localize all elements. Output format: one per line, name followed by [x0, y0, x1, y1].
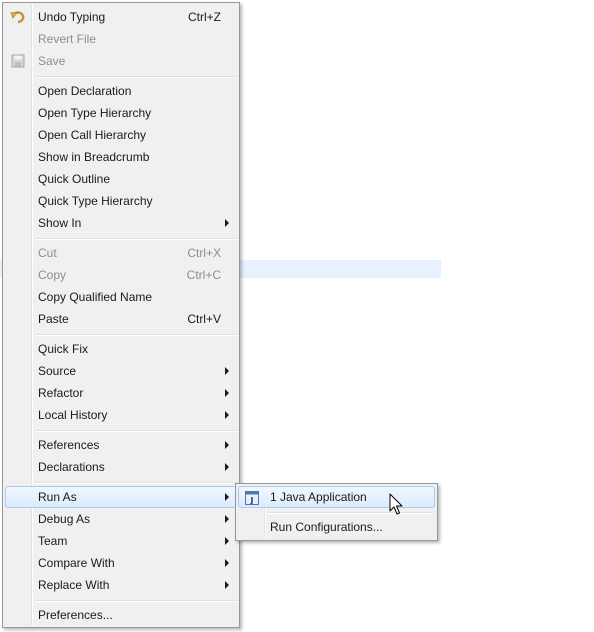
menu-separator [35, 600, 238, 602]
submenu-item-label: Run Configurations... [270, 520, 383, 534]
menu-separator [35, 334, 238, 336]
submenu-arrow-icon [225, 389, 229, 397]
menu-item-label: Declarations [38, 460, 105, 474]
menu-item-label: Show In [38, 216, 82, 230]
menu-item-local-history[interactable]: Local History [5, 404, 237, 426]
menu-item-label: References [38, 438, 100, 452]
menu-item-label: Save [38, 54, 66, 68]
menu-item-run-as[interactable]: Run As [5, 486, 237, 508]
menu-item-label: Show in Breadcrumb [38, 150, 150, 164]
menu-item-label: Cut [38, 246, 57, 260]
menu-item-open-type-hierarchy[interactable]: Open Type Hierarchy [5, 102, 237, 124]
menu-item-label: Open Call Hierarchy [38, 128, 147, 142]
submenu-arrow-icon [225, 515, 229, 523]
menu-item-preferences[interactable]: Preferences... [5, 604, 237, 626]
menu-item-replace-with[interactable]: Replace With [5, 574, 237, 596]
submenu-arrow-icon [225, 559, 229, 567]
menu-item-show-in[interactable]: Show In [5, 212, 237, 234]
submenu-arrow-icon [225, 581, 229, 589]
submenu-item-java-application[interactable]: J 1 Java Application [238, 486, 435, 508]
submenu-arrow-icon [225, 493, 229, 501]
svg-text:J: J [250, 496, 254, 505]
mouse-pointer-icon [389, 493, 405, 517]
menu-item-label: Open Declaration [38, 84, 132, 98]
submenu-item-label: 1 Java Application [270, 490, 367, 504]
menu-item-shortcut: Ctrl+X [187, 246, 221, 260]
menu-separator [35, 76, 238, 78]
java-application-icon: J [244, 490, 260, 506]
menu-item-open-call-hierarchy[interactable]: Open Call Hierarchy [5, 124, 237, 146]
menu-item-label: Undo Typing [38, 10, 106, 24]
undo-icon [10, 9, 26, 25]
menu-item-label: Local History [38, 408, 108, 422]
menu-item-label: Run As [38, 490, 77, 504]
menu-separator [35, 482, 238, 484]
menu-item-label: Team [38, 534, 68, 548]
menu-item-references[interactable]: References [5, 434, 237, 456]
menu-item-refactor[interactable]: Refactor [5, 382, 237, 404]
menu-item-label: Compare With [38, 556, 115, 570]
submenu-arrow-icon [225, 463, 229, 471]
menu-item-revert-file[interactable]: Revert File [5, 28, 237, 50]
menu-item-quick-type-hierarchy[interactable]: Quick Type Hierarchy [5, 190, 237, 212]
run-as-submenu: J 1 Java Application Run Configurations.… [235, 483, 438, 541]
menu-separator [35, 238, 238, 240]
menu-item-label: Source [38, 364, 77, 378]
menu-item-save[interactable]: Save [5, 50, 237, 72]
menu-item-copy[interactable]: Copy Ctrl+C [5, 264, 237, 286]
menu-item-cut[interactable]: Cut Ctrl+X [5, 242, 237, 264]
menu-item-label: Copy Qualified Name [38, 290, 153, 304]
context-menu: Undo Typing Ctrl+Z Revert File Save Open… [2, 2, 240, 628]
menu-item-label: Debug As [38, 512, 91, 526]
menu-item-shortcut: Ctrl+C [186, 268, 221, 282]
menu-separator [35, 430, 238, 432]
menu-item-debug-as[interactable]: Debug As [5, 508, 237, 530]
menu-item-label: Preferences... [38, 608, 113, 622]
menu-item-quick-fix[interactable]: Quick Fix [5, 338, 237, 360]
menu-item-label: Copy [38, 268, 67, 282]
menu-item-label: Replace With [38, 578, 110, 592]
menu-item-copy-qualified-name[interactable]: Copy Qualified Name [5, 286, 237, 308]
menu-item-label: Paste [38, 312, 69, 326]
submenu-arrow-icon [225, 411, 229, 419]
menu-item-label: Open Type Hierarchy [38, 106, 152, 120]
menu-item-open-declaration[interactable]: Open Declaration [5, 80, 237, 102]
menu-item-compare-with[interactable]: Compare With [5, 552, 237, 574]
menu-item-undo-typing[interactable]: Undo Typing Ctrl+Z [5, 6, 237, 28]
menu-item-label: Revert File [38, 32, 97, 46]
menu-item-declarations[interactable]: Declarations [5, 456, 237, 478]
submenu-arrow-icon [225, 537, 229, 545]
menu-item-show-in-breadcrumb[interactable]: Show in Breadcrumb [5, 146, 237, 168]
submenu-arrow-icon [225, 441, 229, 449]
menu-item-source[interactable]: Source [5, 360, 237, 382]
menu-item-label: Refactor [38, 386, 84, 400]
menu-item-shortcut: Ctrl+Z [188, 10, 221, 24]
menu-item-paste[interactable]: Paste Ctrl+V [5, 308, 237, 330]
menu-item-label: Quick Fix [38, 342, 89, 356]
submenu-arrow-icon [225, 219, 229, 227]
menu-item-quick-outline[interactable]: Quick Outline [5, 168, 237, 190]
submenu-item-run-configurations[interactable]: Run Configurations... [238, 516, 435, 538]
menu-item-label: Quick Outline [38, 172, 111, 186]
submenu-separator [268, 512, 433, 514]
menu-item-shortcut: Ctrl+V [187, 312, 221, 326]
menu-item-label: Quick Type Hierarchy [38, 194, 153, 208]
save-icon [10, 53, 26, 69]
submenu-arrow-icon [225, 367, 229, 375]
menu-item-team[interactable]: Team [5, 530, 237, 552]
